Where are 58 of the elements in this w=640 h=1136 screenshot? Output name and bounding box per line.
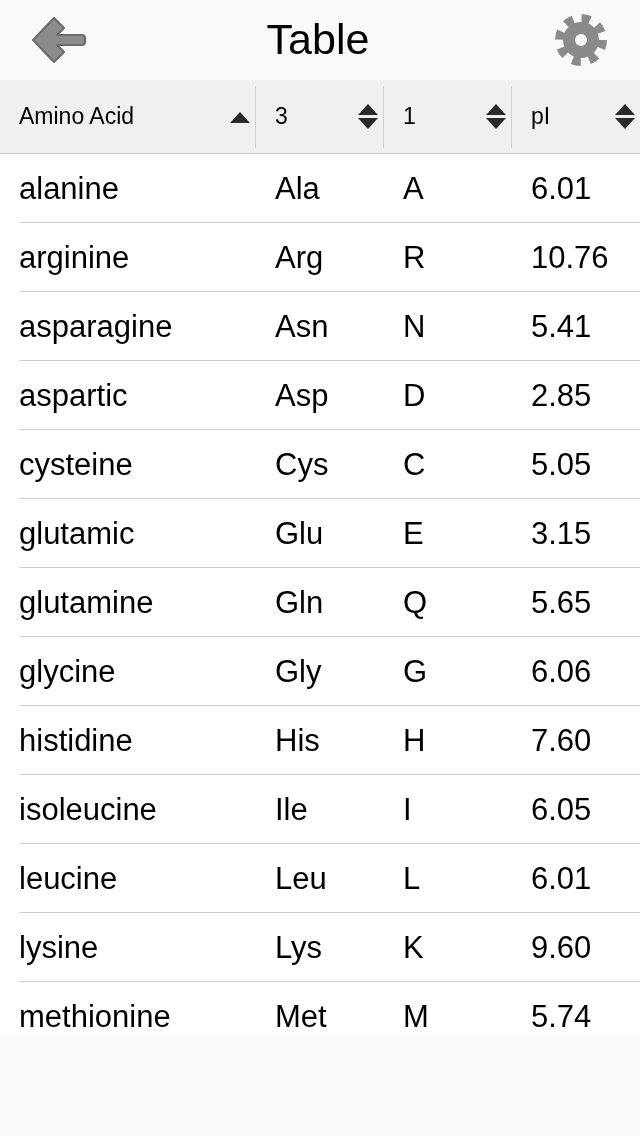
table-cell: D [403, 377, 426, 413]
table-cell: G [403, 653, 428, 689]
table-cell: Gln [275, 584, 324, 620]
table-cell: leucine [19, 860, 118, 896]
table-cell: isoleucine [19, 791, 157, 827]
column-header[interactable]: 1 [384, 80, 511, 153]
table-cell: 5.74 [531, 998, 592, 1034]
table-cell: N [403, 308, 426, 344]
table-cell: R [403, 239, 426, 275]
table-cell: Ala [275, 170, 320, 206]
table-cell: Asn [275, 308, 329, 344]
table-cell: Leu [275, 860, 327, 896]
table-cell: 7.60 [531, 722, 592, 758]
table-cell: 9.60 [531, 929, 592, 965]
table-cell: alanine [19, 170, 119, 206]
table-cell: cysteine [19, 446, 133, 482]
table-cell: Ile [275, 791, 308, 827]
table-cell: C [403, 446, 426, 482]
table-cell: Lys [275, 929, 323, 965]
table-cell: histidine [19, 722, 133, 758]
table-cell: methionine [19, 998, 171, 1034]
table-cell: arginine [19, 239, 130, 275]
table-cell: 5.41 [531, 308, 592, 344]
table-cell: Gly [275, 653, 322, 689]
settings-icon[interactable] [555, 14, 607, 66]
table-cell: asparagine [19, 308, 173, 344]
table-cell: 5.05 [531, 446, 592, 482]
column-header[interactable]: Amino Acid [0, 80, 255, 153]
table-cell: glutamine [19, 584, 154, 620]
table-cell: aspartic [19, 377, 128, 413]
table-cell: Asp [275, 377, 329, 413]
table-cell: glycine [19, 653, 116, 689]
table-cell: K [403, 929, 424, 965]
table-cell: His [275, 722, 320, 758]
table-cell: H [403, 722, 426, 758]
table-cell: 6.06 [531, 653, 592, 689]
table-cell: A [403, 170, 424, 206]
table-cell: L [403, 860, 421, 896]
table-cell: 6.01 [531, 860, 592, 896]
column-header[interactable]: 3 [256, 80, 383, 153]
table-cell: 5.65 [531, 584, 592, 620]
table-cell: 2.85 [531, 377, 592, 413]
column-header[interactable]: pI [512, 80, 640, 153]
table-cell: Met [275, 998, 327, 1034]
table-cell: 6.01 [531, 170, 592, 206]
table-cell: Cys [275, 446, 329, 482]
table-cell: 3.15 [531, 515, 592, 551]
table-cell: I [403, 791, 412, 827]
table-cell: Glu [275, 515, 324, 551]
table-cell: lysine [19, 929, 99, 965]
table-cell: 10.76 [531, 239, 609, 275]
table-cell: Q [403, 584, 428, 620]
table-cell: glutamic [19, 515, 135, 551]
table-cell: M [403, 998, 429, 1034]
table-cell: 6.05 [531, 791, 592, 827]
page-title: Table [266, 16, 370, 64]
table-cell: E [403, 515, 424, 551]
table-cell: Arg [275, 239, 324, 275]
